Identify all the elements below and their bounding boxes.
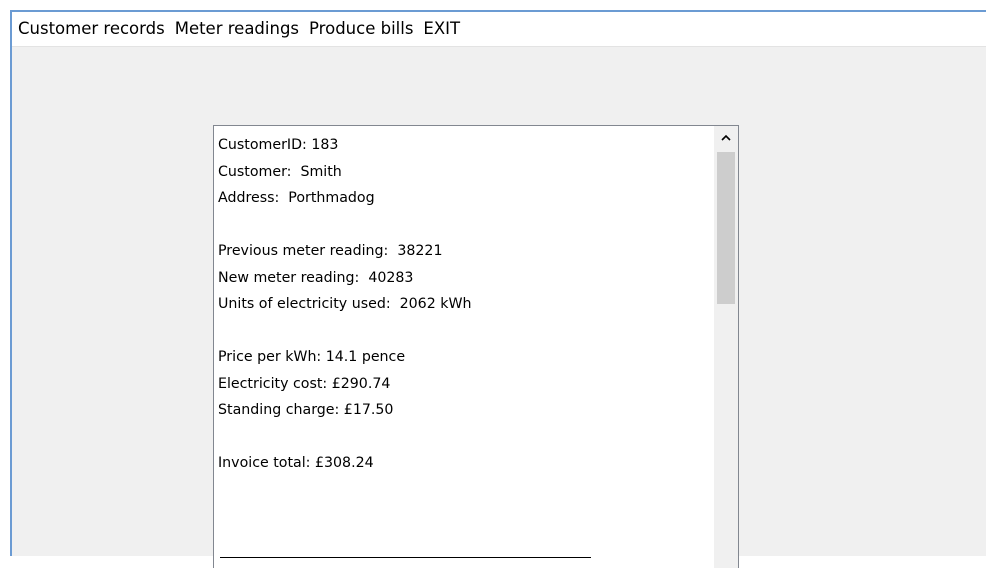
invoice-total-line: Invoice total: £308.24 — [218, 455, 374, 471]
address-line: Address: Porthmadog — [218, 190, 375, 206]
application-window: Customer records Meter readings Produce … — [12, 12, 986, 568]
previous-reading-line: Previous meter reading: 38221 — [218, 243, 443, 259]
menu-customer-records[interactable]: Customer records — [12, 12, 170, 46]
units-used-line: Units of electricity used: 2062 kWh — [218, 296, 472, 312]
standing-charge-line: Standing charge: £17.50 — [218, 402, 394, 418]
customer-id-line: CustomerID: 183 — [218, 137, 339, 153]
separator-line — [220, 557, 591, 558]
electricity-cost-line: Electricity cost: £290.74 — [218, 375, 391, 392]
menu-produce-bills[interactable]: Produce bills — [304, 12, 418, 46]
menu-exit[interactable]: EXIT — [418, 12, 465, 46]
price-per-kwh-line: Price per kWh: 14.1 pence — [218, 349, 406, 365]
scroll-up-button[interactable] — [714, 126, 738, 148]
invoice-text: CustomerID: 183 Customer: Smith Address:… — [218, 132, 708, 477]
customer-name-line: Customer: Smith — [218, 163, 342, 180]
vertical-scrollbar[interactable] — [714, 126, 738, 568]
chevron-up-icon — [721, 134, 731, 141]
scroll-thumb[interactable] — [717, 152, 735, 304]
menu-bar: Customer records Meter readings Produce … — [12, 12, 986, 46]
menu-meter-readings[interactable]: Meter readings — [170, 12, 304, 46]
menu-bar-divider — [12, 46, 986, 47]
new-reading-line: New meter reading: 40283 — [218, 269, 414, 286]
invoice-textbox[interactable]: CustomerID: 183 Customer: Smith Address:… — [213, 125, 739, 568]
